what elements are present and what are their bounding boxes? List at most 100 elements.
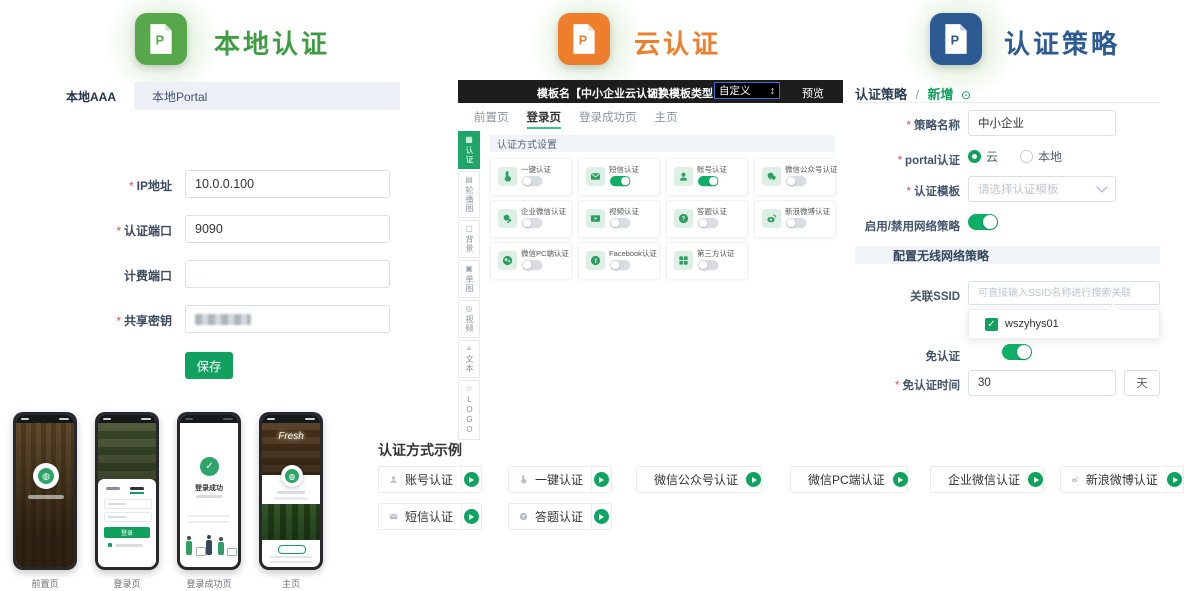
ssid-dropdown: ✓ wszyhys01 [968,309,1160,339]
radio-local[interactable]: 本地 [1020,148,1062,165]
login-input[interactable] [104,499,152,509]
portal-auth-label: *portal认证 [855,152,960,168]
tab-local-portal[interactable]: 本地Portal [134,82,225,110]
sms-auth-toggle[interactable] [610,176,630,186]
sidebar-item-single-image[interactable]: ▣单图 [458,260,480,298]
sidebar-item-carousel[interactable]: ▤轮播图 [458,171,480,218]
free-auth-time-input[interactable] [968,370,1116,396]
template-topbar: 模板名【中小企业云认证】 切换模板类型: 自定义↕ 预览 [458,80,843,103]
account-auth-icon [674,167,693,186]
mail-icon [389,510,398,523]
save-button[interactable]: 保存 [185,352,233,379]
fresh-sign: Fresh [262,431,320,442]
auth-port-input[interactable] [185,215,390,243]
ssid-checkbox[interactable]: ✓ [985,318,998,331]
agree-checkbox[interactable] [108,543,112,547]
tab-home-page[interactable]: 主页 [655,103,678,130]
password-input[interactable] [104,512,152,522]
play-icon[interactable] [1028,472,1043,487]
facebook-auth-toggle[interactable] [610,260,630,270]
play-icon[interactable] [464,509,479,524]
policy-name-input[interactable] [968,110,1116,136]
method-card: 一键认证 [490,158,572,196]
one-key-auth-toggle[interactable] [522,176,542,186]
wechat-pc-auth-toggle[interactable] [522,260,542,270]
wechat-official-auth-toggle[interactable] [786,176,806,186]
account-auth-toggle[interactable] [698,176,718,186]
example-wechat-official-auth[interactable]: 微信公众号认证 [636,466,762,493]
store-info-button[interactable] [278,545,306,554]
method-card: ? 答题认证 [666,200,748,238]
store-photo [98,423,156,485]
play-icon[interactable] [594,509,609,524]
phone-mockup-home-page: Fresh ◍ [259,412,323,570]
template-page-tabs: 前置页 登录页 登录成功页 主页 [458,103,843,130]
sidebar-item-auth[interactable]: ▦认证 [458,131,480,169]
phone-caption: 登录页 [95,577,159,590]
ssid-option[interactable]: wszyhys01 [1005,318,1059,330]
auth-template-select[interactable]: 请选择认证模板 [968,176,1116,202]
example-account-auth[interactable]: 账号认证 [378,466,482,493]
tab-local-aaa[interactable]: 本地AAA [48,82,134,110]
local-auth-tabbar: 本地AAA 本地Portal [48,82,400,110]
phone-login-button[interactable]: 登录 [104,527,150,538]
one-key-auth-icon [498,167,517,186]
sidebar-item-video[interactable]: ◎视频 [458,300,480,338]
weibo-auth-toggle[interactable] [786,218,806,228]
billing-port-input[interactable] [185,260,390,288]
phone-caption: 前置页 [13,577,77,590]
preview-button[interactable]: 预览 [802,85,824,101]
question-icon: ? [519,510,528,523]
example-wechat-pc-auth[interactable]: 微信PC端认证 [790,466,908,493]
chevron-down-icon [1096,181,1107,192]
radio-dot [968,150,981,163]
required-marker: * [116,314,121,328]
play-icon[interactable] [746,472,761,487]
third-party-auth-toggle[interactable] [698,260,718,270]
sidebar-item-logo[interactable]: ☆LOGO [458,380,480,440]
ip-address-input[interactable] [185,170,390,198]
sidebar-item-text[interactable]: ≡文本 [458,340,480,378]
svg-text:P: P [951,32,960,47]
required-marker: * [116,224,121,238]
ssid-search-input[interactable] [968,281,1160,305]
enable-policy-toggle[interactable] [968,214,998,230]
weibo-icon [1071,473,1079,486]
policy-title: 认证策略 [1004,24,1120,61]
radio-cloud[interactable]: 云 [968,148,998,165]
example-one-key-auth[interactable]: 一键认证 [508,466,612,493]
tab-login-page[interactable]: 登录页 [527,103,562,130]
shelf-photo [262,504,320,540]
template-type-select[interactable]: 自定义↕ [714,82,780,99]
example-sms-auth[interactable]: 短信认证 [378,503,482,530]
method-card: 第三方认证 [666,242,748,280]
example-quiz-auth[interactable]: ? 答题认证 [508,503,612,530]
phone-status-bar [98,415,156,423]
required-marker: * [129,179,134,193]
wecom-auth-toggle[interactable] [522,218,542,228]
radio-dot [1020,150,1033,163]
breadcrumb-current[interactable]: 新增 [928,87,954,102]
tab-login-success-page[interactable]: 登录成功页 [579,103,637,130]
play-icon[interactable] [893,472,908,487]
free-auth-toggle[interactable] [1002,344,1032,360]
portal-auth-radios: 云 本地 [968,148,1062,165]
play-icon[interactable] [594,472,609,487]
shared-key-input[interactable] [185,305,390,333]
wifi-logo: ◍ [281,465,303,487]
sms-auth-icon [586,167,605,186]
phone-status-bar [16,415,74,423]
example-wecom-auth[interactable]: 企业微信认证 [930,466,1044,493]
text-icon: ≡ [467,345,472,353]
example-weibo-auth[interactable]: 新浪微博认证 [1060,466,1184,493]
quiz-auth-toggle[interactable] [698,218,718,228]
image-icon: ▣ [465,265,473,273]
breadcrumb-root: 认证策略 [855,87,907,102]
play-icon[interactable] [464,472,479,487]
video-auth-toggle[interactable] [610,218,630,228]
free-auth-label: 免认证 [855,348,960,364]
video-auth-icon [586,209,605,228]
play-icon[interactable] [1167,472,1182,487]
tab-front-page[interactable]: 前置页 [474,103,509,130]
sidebar-item-background[interactable]: ▢背景 [458,220,480,258]
